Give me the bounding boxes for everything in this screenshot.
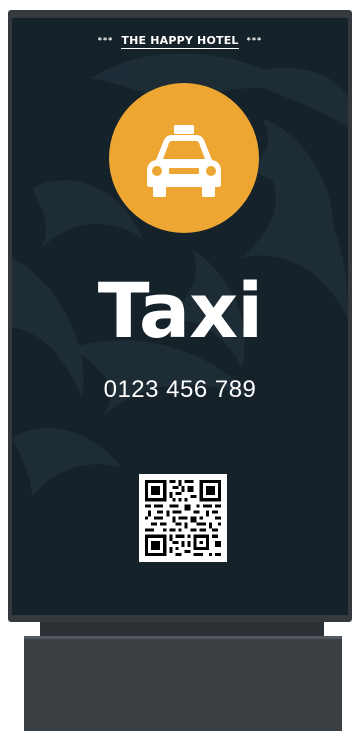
taxi-icon-circle xyxy=(109,83,259,233)
phone-number: 0123 456 789 xyxy=(103,376,257,403)
qr-code-icon[interactable] xyxy=(139,474,227,562)
kiosk-screen: *** THE HAPPY HOTEL *** Taxi 0123 456 78… xyxy=(12,18,348,615)
sign-title: Taxi xyxy=(97,266,263,355)
hotel-header: *** THE HAPPY HOTEL *** xyxy=(12,34,348,49)
header-stars-left: *** xyxy=(97,36,114,45)
hotel-name: THE HAPPY HOTEL xyxy=(121,34,239,49)
kiosk-base-edge xyxy=(24,636,342,639)
header-stars-right: *** xyxy=(246,36,263,45)
taxi-icon xyxy=(147,125,221,197)
kiosk-base xyxy=(24,636,342,731)
qr-code-pattern xyxy=(145,480,221,556)
